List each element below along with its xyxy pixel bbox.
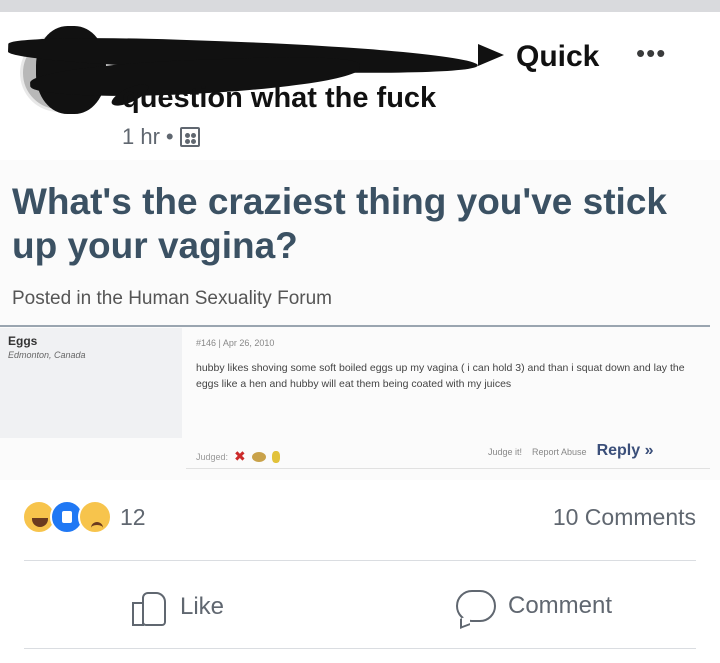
forum-username: Eggs — [8, 334, 38, 348]
forum-user-location: Edmonton, Canada — [8, 350, 86, 360]
question-title: What's the craziest thing you've stick u… — [12, 181, 667, 266]
judged-label: Judged: — [196, 451, 229, 462]
divider — [0, 325, 710, 327]
judged-row: Judged: ✖ — [196, 448, 280, 465]
report-abuse-link: Report Abuse — [532, 447, 587, 457]
cross-icon: ✖ — [234, 448, 246, 464]
reaction-count: 12 — [120, 503, 146, 530]
post-image[interactable]: What's the craziest thing you've stick u… — [0, 160, 720, 480]
comments-count[interactable]: 10 Comments — [553, 504, 696, 531]
like-button[interactable]: Like — [132, 590, 225, 626]
group-name[interactable]: Quick — [516, 40, 599, 74]
thumbs-up-icon — [132, 590, 168, 626]
divider — [24, 560, 696, 561]
reactions-summary[interactable]: 12 — [22, 500, 146, 534]
comment-button[interactable]: Comment — [456, 590, 612, 622]
divider — [186, 468, 710, 469]
group-name-continued[interactable]: question what the fuck — [122, 82, 436, 115]
lightbulb-icon — [271, 450, 280, 463]
forum-post-meta: #146 | Apr 26, 2010 — [196, 338, 275, 348]
judge-it-link: Judge it! — [488, 447, 523, 457]
post-meta: 1 hr • — [122, 124, 200, 150]
top-strip — [0, 0, 720, 12]
sad-reaction-icon — [78, 500, 112, 534]
post-time[interactable]: 1 hr — [122, 124, 160, 150]
like-label: Like — [180, 593, 225, 620]
forum-post-body: hubby likes shoving some soft boiled egg… — [196, 362, 685, 390]
divider — [24, 648, 696, 649]
more-options-icon[interactable]: ••• — [636, 38, 666, 69]
arrow-right-icon — [478, 44, 504, 66]
forum-post-actions: Judge it! Report Abuse Reply » — [488, 442, 654, 460]
posted-in-forum: Posted in the Human Sexuality Forum — [12, 288, 332, 309]
comment-label: Comment — [508, 592, 613, 619]
forum-user-panel: Eggs Edmonton, Canada — [0, 328, 182, 438]
group-icon — [179, 127, 200, 147]
judgement-icon — [251, 451, 266, 462]
comment-bubble-icon — [456, 590, 496, 622]
meta-separator: • — [165, 124, 174, 149]
reply-link: Reply » — [596, 442, 654, 459]
